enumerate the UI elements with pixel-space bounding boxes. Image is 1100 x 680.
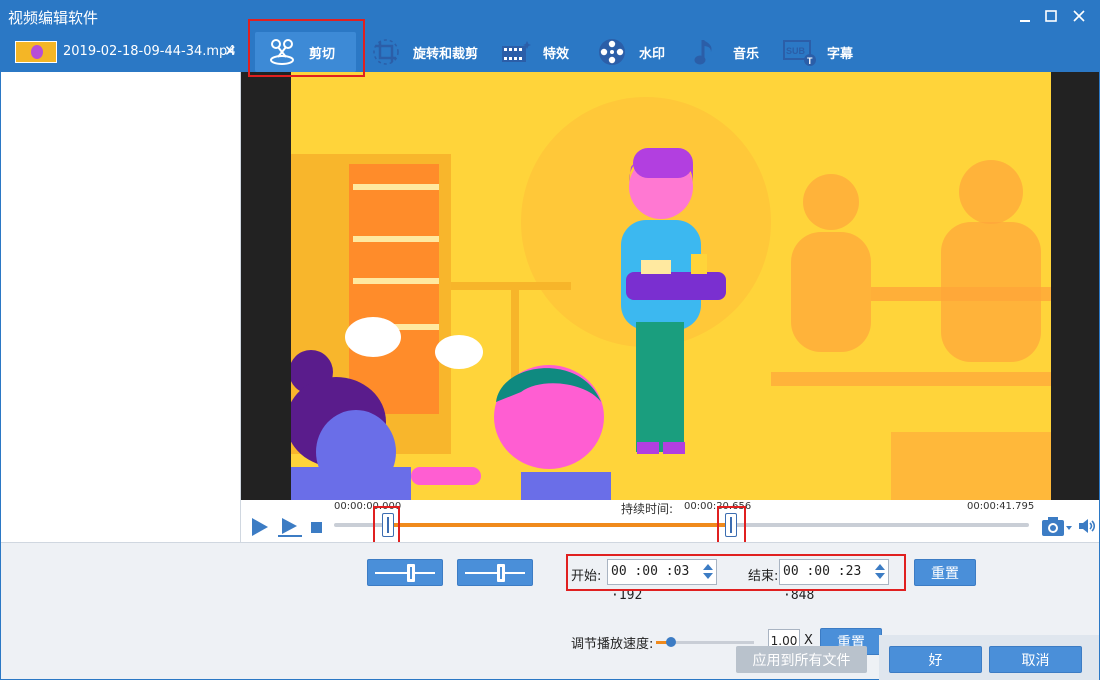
- play-to-end-icon: [278, 518, 302, 537]
- start-time-value: 00 :00 :03 ·192: [611, 564, 690, 603]
- duration-label: 持续时间:: [621, 502, 674, 516]
- set-start-button[interactable]: [367, 559, 443, 586]
- start-time-label: 开始:: [571, 569, 602, 584]
- film-effect-icon: [499, 36, 533, 68]
- tab-label: 音乐: [733, 46, 760, 62]
- tab-effects[interactable]: 特效: [499, 32, 569, 72]
- timeline-end-time: 00:00:41.795: [967, 501, 1035, 512]
- cancel-button[interactable]: 取消: [989, 646, 1082, 673]
- trim-end-handle[interactable]: [724, 513, 737, 537]
- tab-rotate-crop[interactable]: 旋转和裁剪: [369, 32, 478, 72]
- play-segment-button[interactable]: [277, 516, 303, 538]
- scissors-icon: [265, 36, 299, 68]
- video-preview[interactable]: [241, 72, 1099, 500]
- video-thumbnail: [15, 41, 57, 63]
- dialog-footer: 好 取消: [879, 635, 1099, 680]
- play-icon: [252, 518, 268, 536]
- start-time-input[interactable]: 00 :00 :03 ·192: [607, 559, 717, 603]
- maximize-button[interactable]: [1038, 4, 1064, 28]
- end-time-label: 结束:: [748, 569, 779, 584]
- tab-cut[interactable]: 剪切: [255, 32, 356, 72]
- title-bar: 视频编辑软件: [0, 0, 1100, 32]
- camera-icon: [1042, 517, 1072, 536]
- tab-label: 水印: [639, 46, 666, 62]
- maximize-icon: [1045, 10, 1057, 22]
- tab-music[interactable]: 音乐: [689, 32, 759, 72]
- snapshot-button[interactable]: [1041, 514, 1073, 538]
- trim-controls-panel: 开始: 00 :00 :03 ·192 结束: 00 :00 :23 ·848 …: [1, 542, 1099, 680]
- play-button[interactable]: [249, 516, 271, 538]
- close-icon: [1073, 10, 1085, 22]
- timeline-track[interactable]: [334, 523, 1029, 527]
- window-title: 视频编辑软件: [8, 9, 99, 27]
- end-time-input[interactable]: 00 :00 :23 ·848: [779, 559, 889, 603]
- volume-button[interactable]: [1077, 516, 1097, 536]
- minimize-button[interactable]: [1012, 4, 1038, 28]
- reset-trim-button[interactable]: 重置: [914, 559, 976, 586]
- timeline-panel: 00:00:00.000 持续时间: 00:00:20.656 00:00:41…: [241, 500, 1099, 542]
- apply-all-button[interactable]: 应用到所有文件: [736, 646, 867, 673]
- end-time-spinner[interactable]: [874, 562, 886, 582]
- edit-toolbar: 剪切 旋转和裁剪 特效 水印 音乐 SUB T 字幕: [241, 32, 1099, 72]
- minimize-icon: [1020, 20, 1030, 22]
- music-note-icon: [689, 36, 723, 68]
- tab-watermark[interactable]: 水印: [595, 32, 665, 72]
- svg-text:SUB: SUB: [786, 46, 806, 56]
- close-window-button[interactable]: [1066, 4, 1092, 28]
- tab-label: 特效: [543, 46, 570, 62]
- trim-start-handle[interactable]: [381, 513, 394, 537]
- rotate-crop-icon: [369, 36, 403, 68]
- set-start-marker-icon: [375, 563, 435, 582]
- speed-slider[interactable]: [656, 637, 754, 647]
- tab-label: 字幕: [827, 46, 854, 62]
- tab-label: 剪切: [309, 46, 336, 62]
- svg-text:T: T: [807, 56, 813, 66]
- subtitle-icon: SUB T: [783, 36, 817, 68]
- end-time-value: 00 :00 :23 ·848: [783, 564, 862, 603]
- tab-subtitle[interactable]: SUB T 字幕: [783, 32, 853, 72]
- duration-value: 00:00:20.656: [684, 501, 752, 512]
- set-end-button[interactable]: [457, 559, 533, 586]
- stop-button[interactable]: [311, 522, 322, 533]
- remove-file-icon[interactable]: ✕: [224, 42, 237, 60]
- start-time-spinner[interactable]: [702, 562, 714, 582]
- speed-label: 调节播放速度:: [571, 637, 654, 652]
- watermark-reel-icon: [595, 36, 629, 68]
- file-tab[interactable]: 2019-02-18-09-44-34.mp4 ✕: [1, 32, 241, 72]
- timeline-start-time: 00:00:00.000: [334, 501, 402, 512]
- set-end-marker-icon: [465, 563, 525, 582]
- tab-label: 旋转和裁剪: [413, 46, 479, 62]
- file-name: 2019-02-18-09-44-34.mp4: [63, 44, 236, 59]
- file-list: 2019-02-18-09-44-34.mp4 ✕: [1, 32, 241, 542]
- volume-icon: [1079, 519, 1096, 533]
- video-frame: [291, 72, 1051, 500]
- video-frame-illustration: [291, 72, 1051, 500]
- selected-range: [387, 523, 731, 527]
- speed-slider-knob[interactable]: [665, 637, 676, 647]
- editor-body: 2019-02-18-09-44-34.mp4 ✕ 剪切 旋转和裁剪 特效 水印…: [1, 32, 1099, 680]
- ok-button[interactable]: 好: [889, 646, 982, 673]
